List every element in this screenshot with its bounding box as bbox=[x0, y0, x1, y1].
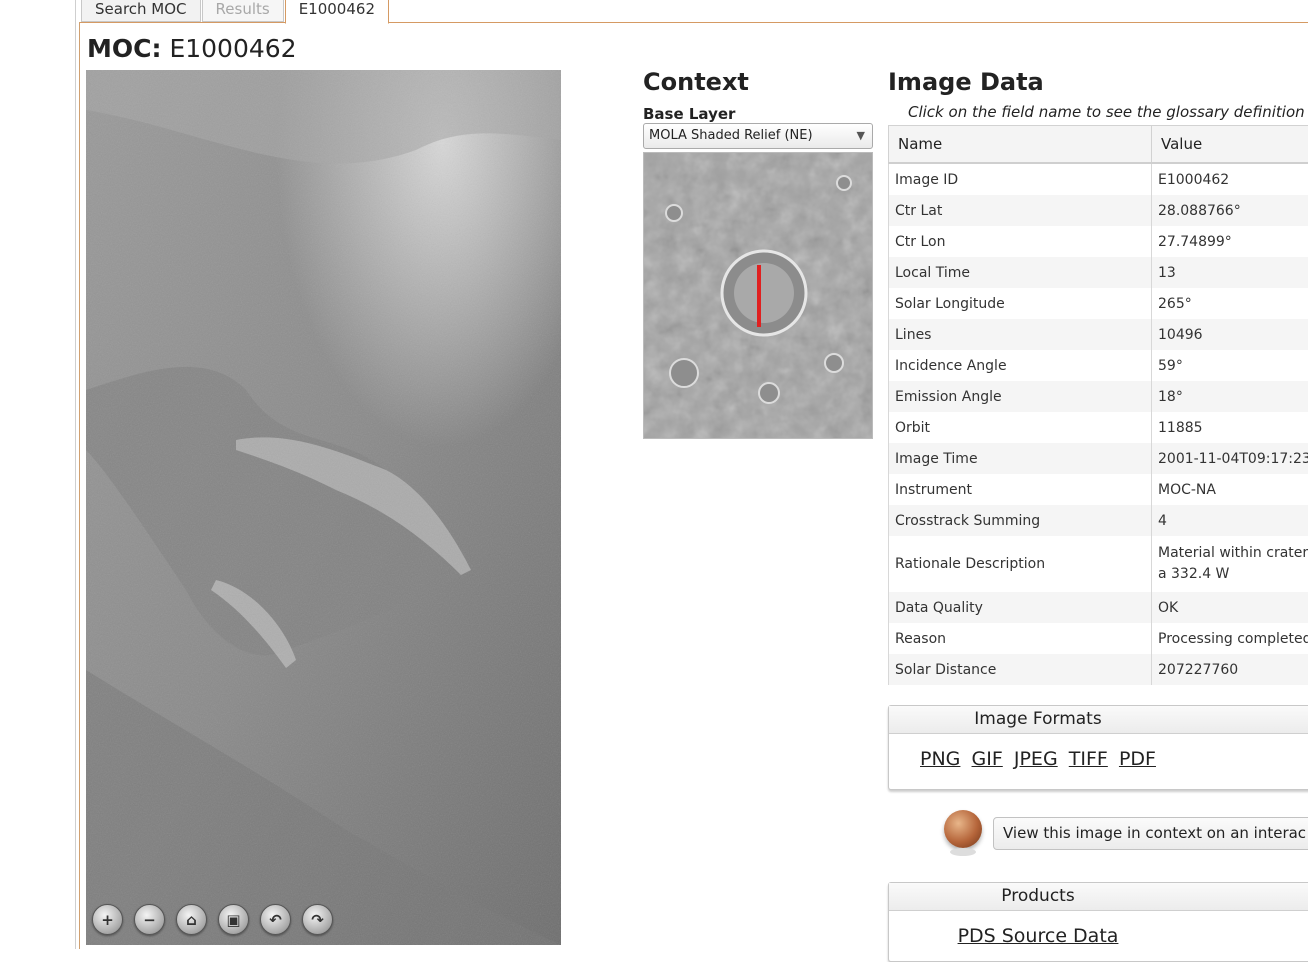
table-row: InstrumentMOC-NA bbox=[889, 474, 1308, 505]
image-controls: + − ⌂ ▣ ↶ ↷ bbox=[92, 904, 333, 935]
image-formats-title: Image Formats bbox=[889, 706, 1308, 734]
tab-results[interactable]: Results bbox=[202, 0, 284, 22]
context-map[interactable] bbox=[643, 152, 873, 439]
mars-globe-icon[interactable] bbox=[944, 810, 982, 848]
zoom-out-icon[interactable]: − bbox=[134, 904, 165, 935]
home-icon[interactable]: ⌂ bbox=[176, 904, 207, 935]
field-name[interactable]: Image Time bbox=[889, 443, 1152, 474]
field-name[interactable]: Incidence Angle bbox=[889, 350, 1152, 381]
left-gutter bbox=[0, 0, 76, 949]
image-data-title: Image Data bbox=[888, 68, 1044, 96]
products-title: Products bbox=[889, 883, 1308, 911]
field-value: 27.74899° bbox=[1152, 226, 1308, 257]
field-name[interactable]: Image ID bbox=[889, 163, 1152, 195]
format-link-pdf[interactable]: PDF bbox=[1119, 748, 1156, 770]
view-in-context-button[interactable]: View this image in context on an interac bbox=[993, 817, 1308, 850]
image-formats-panel: Image Formats PNG GIF JPEG TIFF PDF bbox=[888, 705, 1308, 790]
field-value: 13 bbox=[1152, 257, 1308, 288]
field-value: 4 bbox=[1152, 505, 1308, 536]
table-row: Orbit11885 bbox=[889, 412, 1308, 443]
moc-image-viewer[interactable]: + − ⌂ ▣ ↶ ↷ bbox=[86, 70, 561, 945]
page-title-id: E1000462 bbox=[169, 34, 296, 63]
base-layer-value: MOLA Shaded Relief (NE) bbox=[649, 128, 813, 143]
fullscreen-icon[interactable]: ▣ bbox=[218, 904, 249, 935]
page-title-prefix: MOC: bbox=[87, 34, 161, 63]
glossary-hint: Click on the field name to see the gloss… bbox=[908, 103, 1305, 121]
field-value: 2001-11-04T09:17:23 bbox=[1152, 443, 1308, 474]
column-header-name: Name bbox=[889, 126, 1152, 164]
image-footprint bbox=[757, 265, 761, 327]
rotate-left-icon[interactable]: ↶ bbox=[260, 904, 291, 935]
table-row: Local Time13 bbox=[889, 257, 1308, 288]
table-row: Image Time2001-11-04T09:17:23 bbox=[889, 443, 1308, 474]
field-name[interactable]: Solar Distance bbox=[889, 654, 1152, 685]
field-value: 265° bbox=[1152, 288, 1308, 319]
tab-search-moc[interactable]: Search MOC bbox=[81, 0, 201, 22]
format-link-tiff[interactable]: TIFF bbox=[1069, 748, 1108, 770]
table-row: Ctr Lat28.088766° bbox=[889, 195, 1308, 226]
field-value: E1000462 bbox=[1152, 163, 1308, 195]
field-name[interactable]: Rationale Description bbox=[889, 536, 1152, 592]
image-data-table: Name Value Image IDE1000462 Ctr Lat28.08… bbox=[888, 125, 1308, 685]
page-title: MOC: E1000462 bbox=[87, 34, 297, 63]
pds-source-data-link[interactable]: PDS Source Data bbox=[958, 925, 1119, 947]
tab-image[interactable]: E1000462 bbox=[285, 0, 389, 24]
context-map-image bbox=[644, 153, 873, 439]
field-value: 207227760 bbox=[1152, 654, 1308, 685]
field-value: 10496 bbox=[1152, 319, 1308, 350]
field-name[interactable]: Orbit bbox=[889, 412, 1152, 443]
tab-underline bbox=[80, 22, 1308, 23]
field-name[interactable]: Data Quality bbox=[889, 592, 1152, 623]
field-name[interactable]: Local Time bbox=[889, 257, 1152, 288]
moc-image bbox=[86, 70, 561, 945]
dropdown-arrow-icon: ▼ bbox=[857, 124, 865, 148]
content-border bbox=[79, 22, 80, 949]
field-name[interactable]: Reason bbox=[889, 623, 1152, 654]
tab-bar: Search MOC Results E1000462 bbox=[81, 0, 390, 23]
globe-stand bbox=[950, 848, 976, 856]
table-row: Incidence Angle59° bbox=[889, 350, 1308, 381]
table-row: Solar Longitude265° bbox=[889, 288, 1308, 319]
table-row: Lines10496 bbox=[889, 319, 1308, 350]
base-layer-select[interactable]: MOLA Shaded Relief (NE) ▼ bbox=[643, 123, 873, 149]
field-name[interactable]: Ctr Lat bbox=[889, 195, 1152, 226]
format-link-jpeg[interactable]: JPEG bbox=[1014, 748, 1058, 770]
table-row: Rationale DescriptionMaterial within cra… bbox=[889, 536, 1308, 592]
field-name[interactable]: Crosstrack Summing bbox=[889, 505, 1152, 536]
field-name[interactable]: Ctr Lon bbox=[889, 226, 1152, 257]
field-value: OK bbox=[1152, 592, 1308, 623]
products-panel: Products PDS Source Data bbox=[888, 882, 1308, 962]
zoom-in-icon[interactable]: + bbox=[92, 904, 123, 935]
field-value: 18° bbox=[1152, 381, 1308, 412]
table-row: Crosstrack Summing4 bbox=[889, 505, 1308, 536]
field-name[interactable]: Instrument bbox=[889, 474, 1152, 505]
context-title: Context bbox=[643, 68, 749, 96]
field-name[interactable]: Emission Angle bbox=[889, 381, 1152, 412]
table-row: Image IDE1000462 bbox=[889, 163, 1308, 195]
column-header-value: Value bbox=[1152, 126, 1308, 164]
field-value: 59° bbox=[1152, 350, 1308, 381]
table-row: Ctr Lon27.74899° bbox=[889, 226, 1308, 257]
format-link-png[interactable]: PNG bbox=[920, 748, 960, 770]
field-value: Processing completed bbox=[1152, 623, 1308, 654]
field-value: 11885 bbox=[1152, 412, 1308, 443]
table-row: Solar Distance207227760 bbox=[889, 654, 1308, 685]
base-layer-label: Base Layer bbox=[643, 105, 735, 123]
table-row: Data QualityOK bbox=[889, 592, 1308, 623]
field-name[interactable]: Lines bbox=[889, 319, 1152, 350]
table-row: Emission Angle18° bbox=[889, 381, 1308, 412]
field-value: Material within crater a 332.4 W bbox=[1152, 536, 1308, 592]
table-row: ReasonProcessing completed bbox=[889, 623, 1308, 654]
field-name[interactable]: Solar Longitude bbox=[889, 288, 1152, 319]
format-link-gif[interactable]: GIF bbox=[972, 748, 1003, 770]
field-value: MOC-NA bbox=[1152, 474, 1308, 505]
rotate-right-icon[interactable]: ↷ bbox=[302, 904, 333, 935]
field-value: 28.088766° bbox=[1152, 195, 1308, 226]
